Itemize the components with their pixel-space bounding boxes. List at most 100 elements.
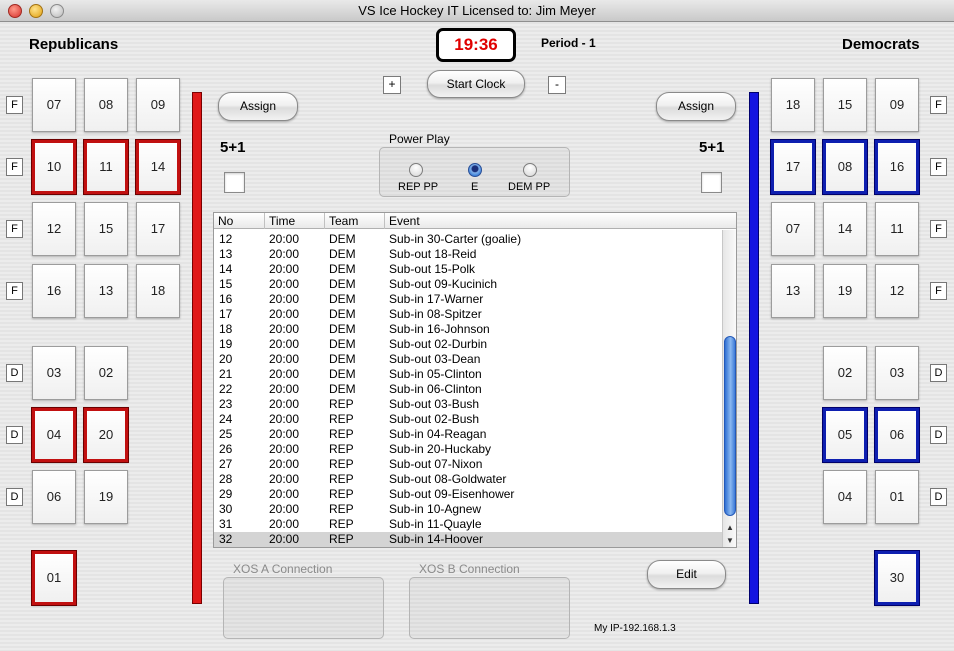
right-player-button[interactable]: 02 [823,346,867,400]
cell-time: 20:00 [269,442,300,456]
table-row[interactable]: 20 20:00 DEM Sub-out 03-Dean [214,352,722,367]
dem-pp-radio[interactable] [523,163,537,177]
right-player-button-active[interactable]: 08 [822,139,868,195]
clock-minus-button[interactable]: - [548,76,566,94]
left-assign-button[interactable]: Assign [218,92,298,121]
table-row[interactable]: 17 20:00 DEM Sub-in 08-Spitzer [214,307,722,322]
table-row[interactable]: 29 20:00 REP Sub-out 09-Eisenhower [214,487,722,502]
table-row[interactable]: 13 20:00 DEM Sub-out 18-Reid [214,247,722,262]
close-window-icon[interactable] [8,4,22,18]
right-player-button[interactable]: 13 [771,264,815,318]
table-row[interactable]: 31 20:00 REP Sub-in 11-Quayle [214,517,722,532]
table-row[interactable]: 19 20:00 DEM Sub-out 02-Durbin [214,337,722,352]
table-row[interactable]: 24 20:00 REP Sub-out 02-Bush [214,412,722,427]
right-line1-forward-marker: F [930,96,947,114]
clock-plus-button[interactable]: + [383,76,401,94]
cell-time: 20:00 [269,457,300,471]
left-player-button[interactable]: 13 [84,264,128,318]
right-assign-button[interactable]: Assign [656,92,736,121]
cell-event: Sub-in 04-Reagan [389,427,487,441]
left-player-button-active[interactable]: 14 [135,139,181,195]
scroll-down-arrow-icon[interactable]: ▼ [723,535,736,547]
table-row[interactable]: 14 20:00 DEM Sub-out 15-Polk [214,262,722,277]
minimize-window-icon[interactable] [29,4,43,18]
right-penalty-checkbox[interactable] [701,172,722,193]
table-row[interactable]: 30 20:00 REP Sub-in 10-Agnew [214,502,722,517]
cell-no: 26 [219,442,233,456]
cell-event: Sub-in 30-Carter (goalie) [389,232,522,246]
right-goalie-button-active[interactable]: 30 [874,550,920,606]
table-row[interactable]: 21 20:00 DEM Sub-in 05-Clinton [214,367,722,382]
left-player-button[interactable]: 08 [84,78,128,132]
table-header: No Time Team Event [214,213,736,229]
scrollbar-thumb[interactable] [724,336,736,516]
right-player-button[interactable]: 19 [823,264,867,318]
left-player-button-active[interactable]: 10 [31,139,77,195]
column-header-team[interactable]: Team [325,213,385,229]
left-player-button[interactable]: 06 [32,470,76,524]
table-row[interactable]: 18 20:00 DEM Sub-in 16-Johnson [214,322,722,337]
right-player-button[interactable]: 03 [875,346,919,400]
table-row[interactable]: 23 20:00 REP Sub-out 03-Bush [214,397,722,412]
left-player-button-active[interactable]: 04 [31,407,77,463]
cell-time: 20:00 [269,472,300,486]
left-player-button[interactable]: 19 [84,470,128,524]
left-player-button[interactable]: 15 [84,202,128,256]
right-player-button[interactable]: 01 [875,470,919,524]
left-goalie-button-active[interactable]: 01 [31,550,77,606]
right-player-button[interactable]: 15 [823,78,867,132]
right-player-button-active[interactable]: 16 [874,139,920,195]
column-header-no[interactable]: No [214,213,265,229]
right-player-button[interactable]: 09 [875,78,919,132]
right-player-button[interactable]: 04 [823,470,867,524]
right-player-button[interactable]: 07 [771,202,815,256]
table-row[interactable]: 22 20:00 DEM Sub-in 06-Clinton [214,382,722,397]
cell-time: 20:00 [269,427,300,441]
table-scrollbar[interactable]: ▲ ▼ [722,230,736,547]
left-player-button[interactable]: 17 [136,202,180,256]
right-player-button-active[interactable]: 17 [770,139,816,195]
right-player-button-active[interactable]: 05 [822,407,868,463]
left-player-button[interactable]: 07 [32,78,76,132]
event-log-table[interactable]: No Time Team Event 12 20:00 DEM Sub-in 30-C… [213,212,737,548]
cell-no: 23 [219,397,233,411]
table-row[interactable]: 25 20:00 REP Sub-in 04-Reagan [214,427,722,442]
table-row[interactable]: 15 20:00 DEM Sub-out 09-Kucinich [214,277,722,292]
left-penalty-checkbox[interactable] [224,172,245,193]
column-header-event[interactable]: Event [385,213,736,229]
left-player-button-active[interactable]: 20 [83,407,129,463]
right-player-button-active[interactable]: 06 [874,407,920,463]
cell-team: REP [329,472,354,486]
cell-no: 16 [219,292,233,306]
left-player-button[interactable]: 12 [32,202,76,256]
cell-event: Sub-in 11-Quayle [389,517,482,531]
table-row[interactable]: 26 20:00 REP Sub-in 20-Huckaby [214,442,722,457]
column-header-time[interactable]: Time [265,213,325,229]
table-row[interactable]: 16 20:00 DEM Sub-in 17-Warner [214,292,722,307]
title-bar: VS Ice Hockey IT Licensed to: Jim Meyer [0,0,954,22]
table-row[interactable]: 12 20:00 DEM Sub-in 30-Carter (goalie) [214,232,722,247]
left-player-button[interactable]: 09 [136,78,180,132]
right-player-button[interactable]: 11 [875,202,919,256]
table-row[interactable]: 27 20:00 REP Sub-out 07-Nixon [214,457,722,472]
table-row[interactable]: 28 20:00 REP Sub-out 08-Goldwater [214,472,722,487]
left-player-button[interactable]: 16 [32,264,76,318]
cell-event: Sub-in 14-Hoover [389,532,484,546]
cell-team: DEM [329,247,356,261]
table-row[interactable]: 32 20:00 REP Sub-in 14-Hoover [214,532,722,547]
cell-team: REP [329,457,354,471]
left-player-button-active[interactable]: 11 [83,139,129,195]
left-player-button[interactable]: 18 [136,264,180,318]
right-player-button[interactable]: 12 [875,264,919,318]
scroll-up-arrow-icon[interactable]: ▲ [723,522,736,534]
right-player-button[interactable]: 14 [823,202,867,256]
rep-pp-radio[interactable] [409,163,423,177]
start-clock-button[interactable]: Start Clock [427,70,525,98]
zoom-window-icon[interactable] [50,4,64,18]
right-player-button[interactable]: 18 [771,78,815,132]
even-radio[interactable] [468,163,482,177]
cell-team: REP [329,397,354,411]
left-player-button[interactable]: 02 [84,346,128,400]
left-player-button[interactable]: 03 [32,346,76,400]
edit-button[interactable]: Edit [647,560,726,589]
